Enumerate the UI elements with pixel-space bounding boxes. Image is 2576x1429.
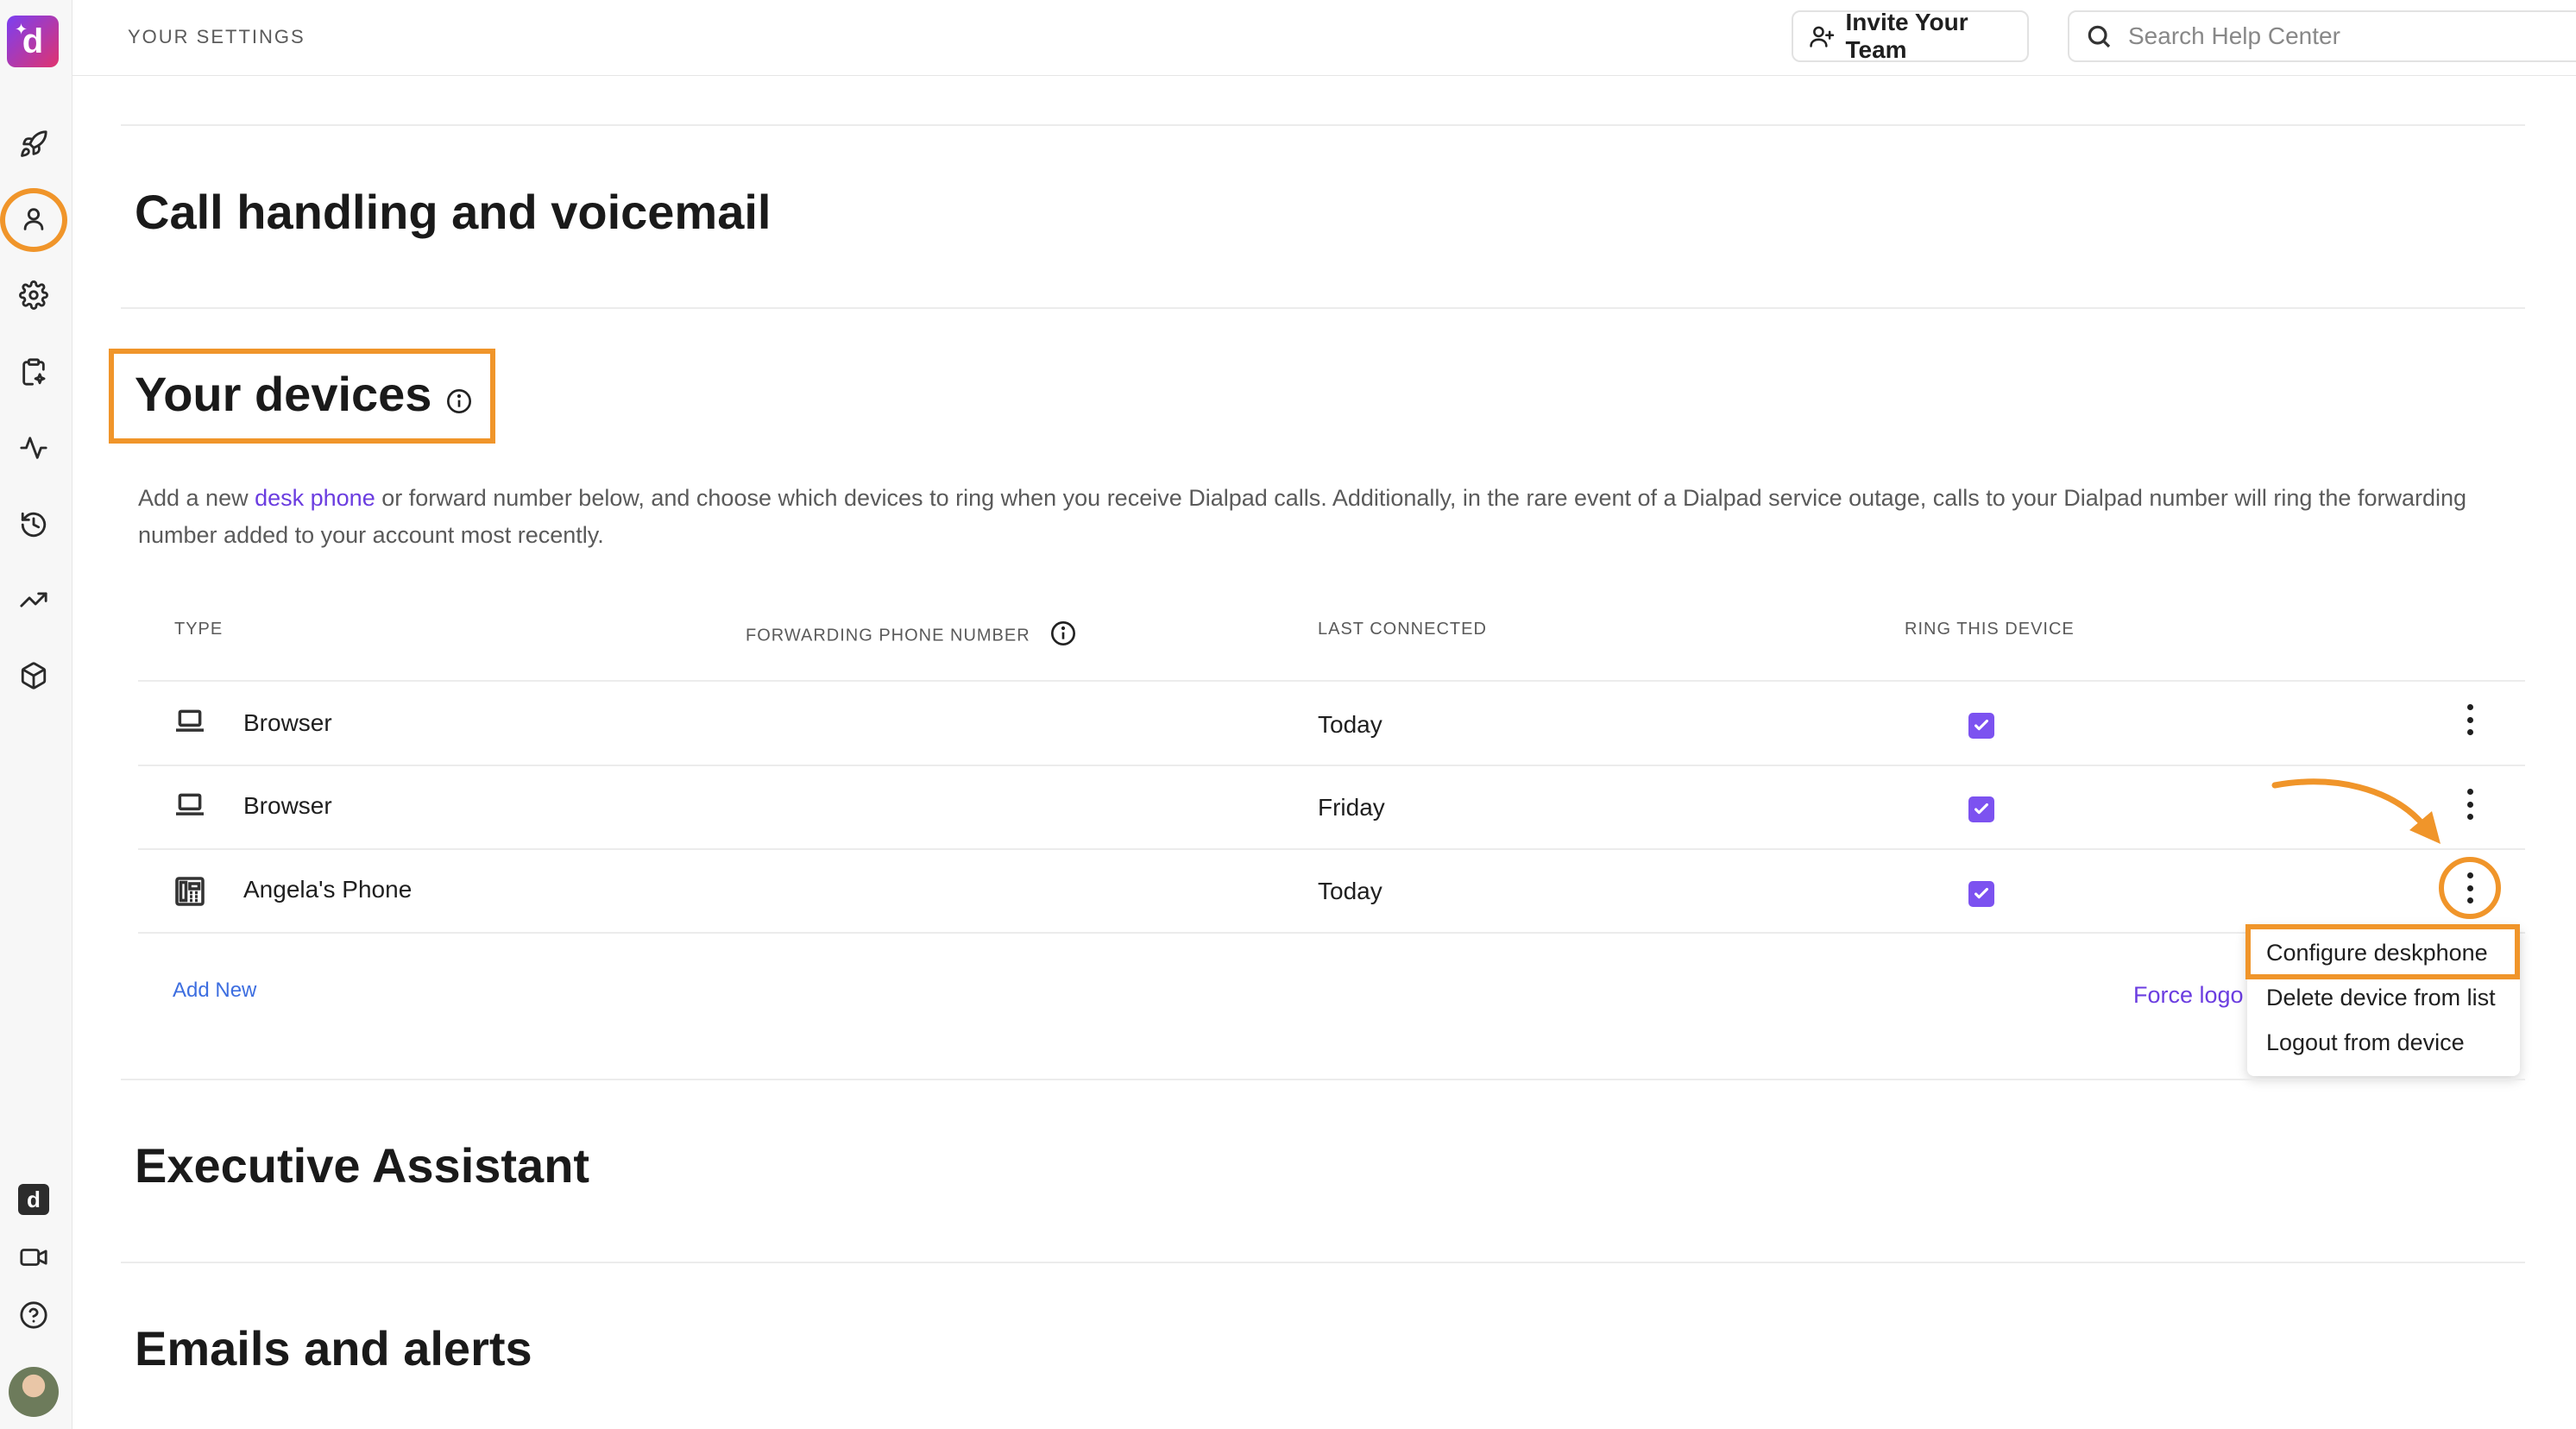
add-new-link[interactable]: Add New [173,979,256,1003]
header-last-connected: LAST CONNECTED [1318,620,1487,639]
header-forwarding: FORWARDING PHONE NUMBER [746,620,1077,652]
device-type: Browser [243,709,332,736]
section-emails-alerts[interactable]: Emails and alerts [135,1320,532,1376]
desc-prefix: Add a new [138,485,255,511]
configure-deskphone-highlight [2245,924,2520,979]
section-executive-assistant[interactable]: Executive Assistant [135,1137,589,1193]
ring-checkbox[interactable] [1968,796,1994,822]
gear-icon[interactable] [17,279,50,312]
activity-icon[interactable] [17,431,50,464]
row-divider [138,932,2525,934]
laptop-icon [174,708,205,735]
check-icon [1975,887,1988,899]
trend-icon[interactable] [17,583,50,616]
user-icon[interactable] [17,203,50,236]
video-icon[interactable] [17,1241,50,1274]
page-title: YOUR SETTINGS [128,26,305,47]
device-type: Angela's Phone [243,876,413,903]
header-type: TYPE [174,620,224,639]
app-badge-icon[interactable]: d [18,1184,49,1215]
sparkle-icon: ✦ [15,21,28,38]
divider [121,1262,2525,1263]
sidebar: ✦ d d [0,0,72,1429]
row-divider [138,765,2525,766]
topbar: YOUR SETTINGS Invite Your Team [72,0,2576,76]
last-connected: Friday [1318,794,1385,821]
row-divider [138,848,2525,850]
help-icon[interactable] [17,1299,50,1331]
rocket-icon[interactable] [17,128,50,161]
check-icon [1975,803,1988,815]
annotation-arrow [2271,778,2441,844]
desk-phone-link[interactable]: desk phone [255,485,375,511]
desc-suffix: or forward number below, and choose whic… [138,485,2467,548]
search-box[interactable] [2068,10,2576,62]
divider [121,307,2525,309]
laptop-icon [174,791,205,819]
row-divider [138,680,2525,682]
invite-team-label: Invite Your Team [1845,9,1968,63]
header-ring: RING THIS DEVICE [1905,620,2075,639]
box-icon[interactable] [17,659,50,692]
last-connected: Today [1318,711,1382,738]
ring-checkbox[interactable] [1968,881,1994,907]
clipboard-icon[interactable] [17,356,50,388]
your-devices-title: Your devices [135,367,432,421]
search-icon [2088,25,2111,48]
ring-checkbox[interactable] [1968,713,1994,739]
divider [121,124,2525,126]
section-call-handling[interactable]: Call handling and voicemail [135,184,772,240]
force-logout-link[interactable]: Force logo [2133,982,2245,1009]
app-badge-letter: d [27,1186,41,1212]
dialpad-logo[interactable]: ✦ d [7,16,59,67]
last-connected: Today [1318,878,1382,904]
history-icon[interactable] [17,508,50,541]
header-forwarding-label: FORWARDING PHONE NUMBER [746,626,1030,645]
menu-logout-device[interactable]: Logout from device [2266,1029,2465,1056]
menu-delete-device[interactable]: Delete device from list [2266,985,2496,1011]
user-plus-icon [1810,26,1835,47]
divider [121,1079,2525,1080]
devices-description: Add a new desk phone or forward number b… [138,480,2468,554]
search-input[interactable] [2128,22,2576,50]
invite-team-button[interactable]: Invite Your Team [1792,9,2029,63]
section-your-devices: Your devices [135,366,473,426]
deskphone-icon [174,875,205,908]
check-icon [1975,719,1988,731]
more-options-button[interactable] [2458,869,2482,907]
more-options-button[interactable] [2458,701,2482,739]
info-icon[interactable] [1049,620,1077,652]
avatar[interactable] [9,1367,59,1417]
info-icon[interactable] [445,370,473,426]
more-options-button[interactable] [2458,785,2482,823]
device-type: Browser [243,792,332,819]
